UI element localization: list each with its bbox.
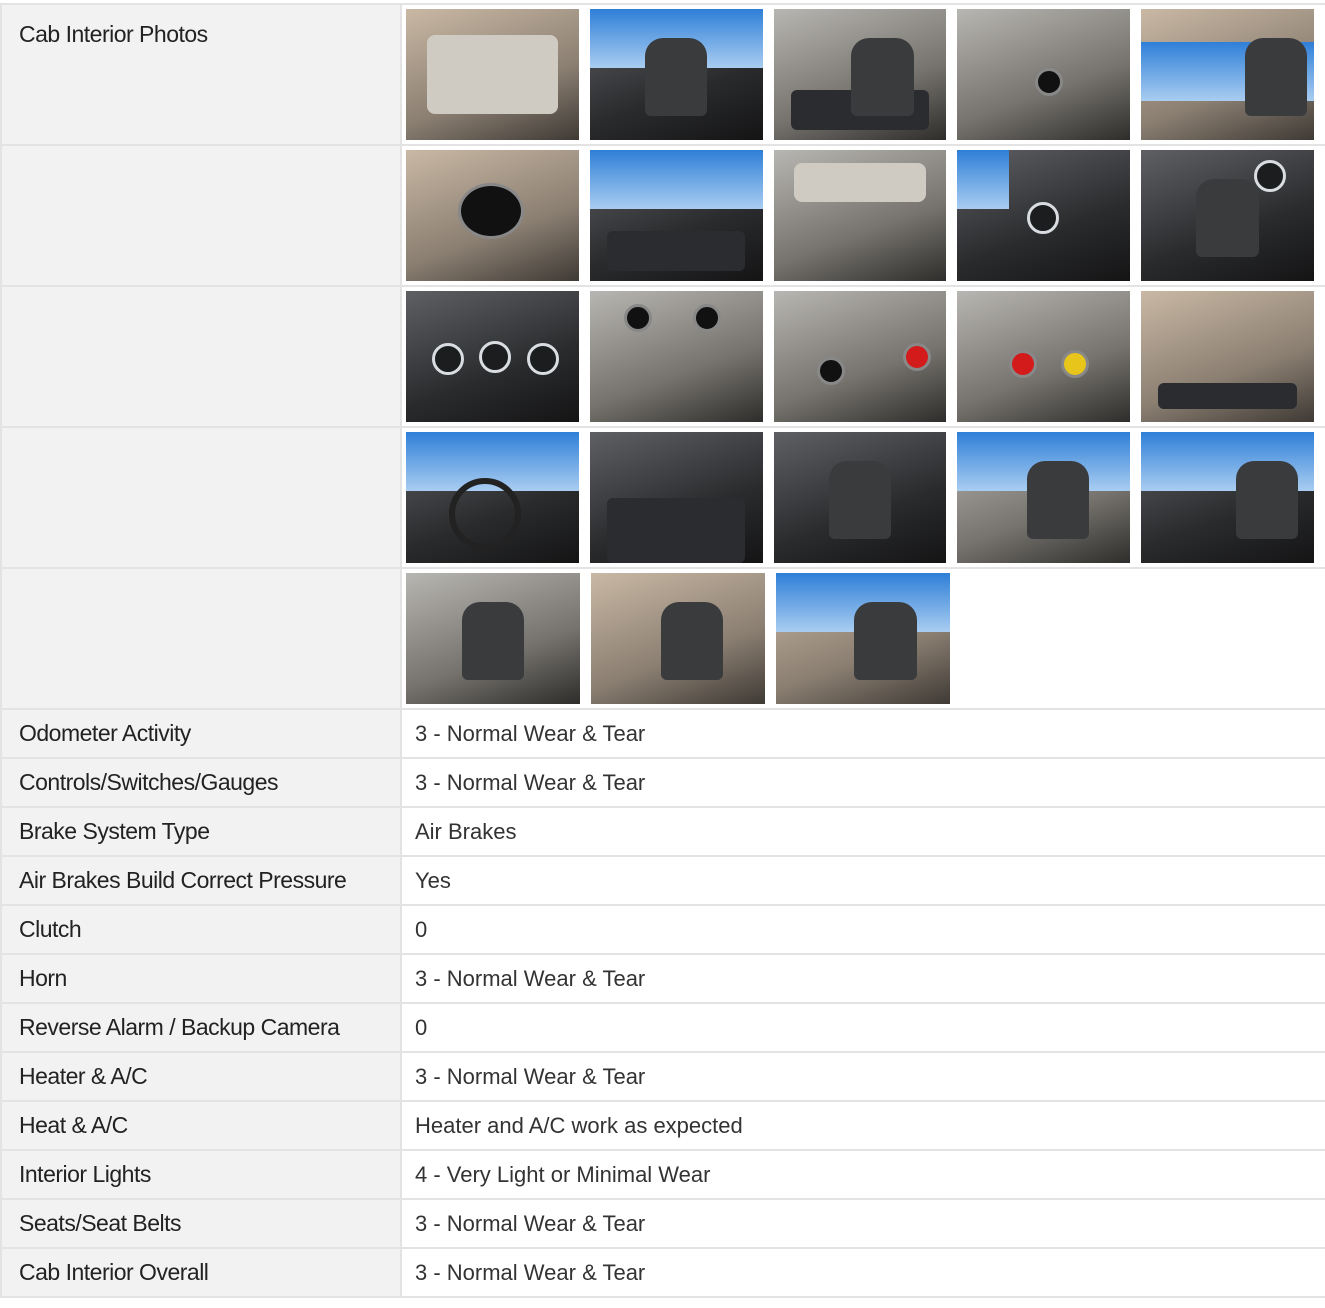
photo-row: Cab Interior Photos [0, 3, 1325, 146]
cab-photo-thumbnail[interactable] [957, 291, 1131, 422]
row-value: Heater and A/C work as expected [400, 1100, 1325, 1151]
photos-label-empty [0, 426, 402, 569]
cab-photo-thumbnail[interactable] [591, 573, 765, 704]
cab-photo-thumbnail[interactable] [406, 9, 579, 140]
cab-photo-thumbnail[interactable] [1141, 291, 1314, 422]
table-row: Interior Lights 4 - Very Light or Minima… [0, 1149, 1325, 1200]
table-row: Horn 3 - Normal Wear & Tear [0, 953, 1325, 1004]
photo-row [0, 426, 1325, 569]
row-label: Horn [0, 953, 402, 1004]
cab-photo-thumbnail[interactable] [406, 432, 579, 563]
photo-row [0, 567, 1325, 710]
photo-row [0, 144, 1325, 287]
photo-row [0, 285, 1325, 428]
cab-photo-thumbnail[interactable] [589, 291, 763, 422]
cab-photo-thumbnail[interactable] [589, 432, 763, 563]
cab-photo-thumbnail[interactable] [957, 9, 1131, 140]
table-row: Brake System Type Air Brakes [0, 806, 1325, 857]
table-row: Clutch 0 [0, 904, 1325, 955]
cab-photo-thumbnail[interactable] [1141, 432, 1314, 563]
table-row: Reverse Alarm / Backup Camera 0 [0, 1002, 1325, 1053]
row-value: 0 [400, 1002, 1325, 1053]
table-row: Controls/Switches/Gauges 3 - Normal Wear… [0, 757, 1325, 808]
row-label: Odometer Activity [0, 708, 402, 759]
cab-photo-thumbnail[interactable] [776, 573, 950, 704]
row-label: Seats/Seat Belts [0, 1198, 402, 1249]
photo-cell [400, 3, 1325, 146]
row-label: Brake System Type [0, 806, 402, 857]
cab-photo-thumbnail[interactable] [773, 291, 947, 422]
row-value: 3 - Normal Wear & Tear [400, 708, 1325, 759]
table-row: Seats/Seat Belts 3 - Normal Wear & Tear [0, 1198, 1325, 1249]
table-row: Cab Interior Overall 3 - Normal Wear & T… [0, 1247, 1325, 1298]
photo-cell [400, 567, 1325, 710]
cab-photo-thumbnail[interactable] [406, 573, 580, 704]
cab-photo-thumbnail[interactable] [1141, 150, 1314, 281]
row-value: Yes [400, 855, 1325, 906]
inspection-table: Cab Interior Photos Odometer Activity 3 … [0, 3, 1325, 1298]
row-label: Heater & A/C [0, 1051, 402, 1102]
row-label: Clutch [0, 904, 402, 955]
row-label: Heat & A/C [0, 1100, 402, 1151]
photos-label: Cab Interior Photos [0, 3, 402, 146]
cab-photo-thumbnail[interactable] [957, 150, 1131, 281]
cab-photo-thumbnail[interactable] [773, 9, 947, 140]
table-row: Odometer Activity 3 - Normal Wear & Tear [0, 708, 1325, 759]
cab-photo-thumbnail[interactable] [957, 432, 1131, 563]
cab-photo-thumbnail[interactable] [589, 9, 763, 140]
table-row: Heat & A/C Heater and A/C work as expect… [0, 1100, 1325, 1151]
photos-label-empty [0, 285, 402, 428]
cab-photo-thumbnail[interactable] [1141, 9, 1314, 140]
photo-cell [400, 144, 1325, 287]
row-value: Air Brakes [400, 806, 1325, 857]
photos-label-empty [0, 567, 402, 710]
row-value: 0 [400, 904, 1325, 955]
photos-label-empty [0, 144, 402, 287]
table-row: Air Brakes Build Correct Pressure Yes [0, 855, 1325, 906]
cab-photo-thumbnail[interactable] [773, 432, 947, 563]
row-label: Controls/Switches/Gauges [0, 757, 402, 808]
row-value: 3 - Normal Wear & Tear [400, 1198, 1325, 1249]
cab-photo-thumbnail[interactable] [773, 150, 947, 281]
row-value: 3 - Normal Wear & Tear [400, 1051, 1325, 1102]
row-value: 3 - Normal Wear & Tear [400, 953, 1325, 1004]
row-value: 3 - Normal Wear & Tear [400, 757, 1325, 808]
cab-photo-thumbnail[interactable] [589, 150, 763, 281]
row-value: 4 - Very Light or Minimal Wear [400, 1149, 1325, 1200]
photo-cell [400, 426, 1325, 569]
row-label: Reverse Alarm / Backup Camera [0, 1002, 402, 1053]
row-label: Air Brakes Build Correct Pressure [0, 855, 402, 906]
row-value: 3 - Normal Wear & Tear [400, 1247, 1325, 1298]
cab-photo-thumbnail[interactable] [406, 150, 579, 281]
row-label: Interior Lights [0, 1149, 402, 1200]
photo-cell [400, 285, 1325, 428]
row-label: Cab Interior Overall [0, 1247, 402, 1298]
cab-photo-thumbnail[interactable] [406, 291, 579, 422]
table-row: Heater & A/C 3 - Normal Wear & Tear [0, 1051, 1325, 1102]
